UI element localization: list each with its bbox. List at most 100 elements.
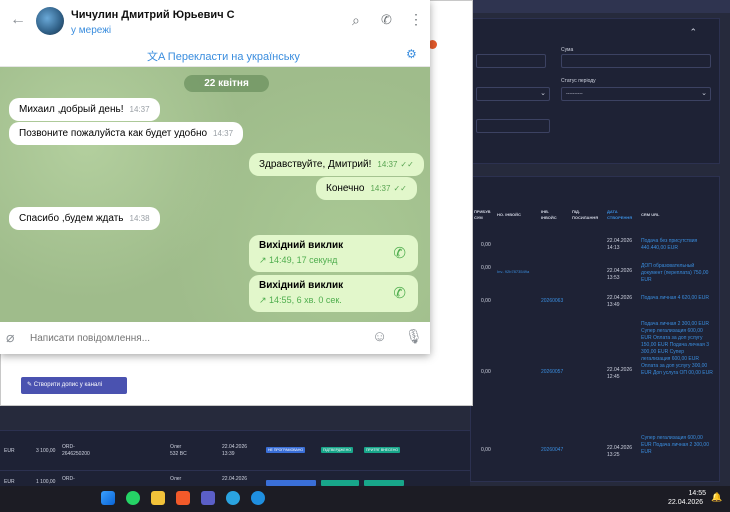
- search-icon[interactable]: ⌕: [352, 12, 360, 29]
- avatar[interactable]: [36, 7, 64, 35]
- collapse-icon[interactable]: ⌃: [689, 27, 697, 38]
- table-row: EUR 3 100,00 ORD- 2646250200 Олег 532 BC…: [0, 430, 470, 470]
- create-channel-post-button[interactable]: ✎ Створити допис у каналі: [21, 377, 127, 394]
- phone-icon[interactable]: ✆: [381, 12, 392, 28]
- date-cell: 22.04.2026: [607, 268, 633, 274]
- time-cell: 14:13: [607, 245, 620, 251]
- emoji-icon[interactable]: ☺: [372, 328, 387, 345]
- status-select[interactable]: ---------- ⌄: [561, 87, 711, 101]
- crm-link[interactable]: Супер легализация 600,00 EUR Подача личн…: [641, 435, 713, 456]
- sum-label: Сума: [561, 47, 574, 53]
- select-field[interactable]: ⌄: [476, 87, 550, 101]
- notification-bell-icon[interactable]: 🔔: [711, 492, 722, 503]
- edge-browser-icon[interactable]: [251, 491, 265, 505]
- currency-cell: EUR: [4, 479, 15, 485]
- translate-button[interactable]: 文A Перекласти на українську: [147, 48, 300, 64]
- outgoing-message[interactable]: Здравствуйте, Дмитрий! 14:37 ✓✓: [249, 153, 424, 176]
- code-cell: 532 BC: [170, 451, 187, 457]
- order-cell: ORD- 2646250200: [62, 444, 90, 457]
- time-cell: 13:53: [607, 275, 620, 281]
- call-message[interactable]: Вихідний виклик ↗ 14:55, 6 хв. 0 сек. ✆: [249, 275, 418, 312]
- column-header[interactable]: ДАТА СТВОРЕННЯ: [607, 209, 637, 221]
- time-cell: 13:49: [607, 302, 620, 308]
- call-title: Вихідний виклик: [259, 280, 344, 291]
- agent-cell: Олег: [170, 476, 182, 482]
- attach-icon[interactable]: ⌀: [6, 329, 14, 346]
- amount-cell: 0,00: [481, 298, 491, 304]
- translate-bar: 文A Перекласти на українську ⚙: [0, 42, 430, 67]
- file-explorer-icon[interactable]: [151, 491, 165, 505]
- windows-start-icon[interactable]: [101, 491, 115, 505]
- contact-name[interactable]: Чичулин Дмитрий Юрьевич С: [71, 9, 235, 21]
- date-cell: 22.04.2026: [607, 445, 633, 451]
- message-input[interactable]: [30, 329, 350, 347]
- crm-link[interactable]: Подача личная 4 620,00 EUR: [641, 295, 711, 302]
- compose-bar: ⌀ ☺ 🎙: [0, 322, 430, 354]
- date-badge: 22 квітня: [184, 75, 269, 92]
- read-check-icon: ✓✓: [393, 184, 407, 193]
- invoice-link[interactable]: 20260057: [541, 369, 563, 376]
- phone-icon[interactable]: ✆: [393, 284, 406, 302]
- call-message[interactable]: Вихідний виклик ↗ 14:49, 17 секунд ✆: [249, 235, 418, 272]
- form-field[interactable]: [476, 54, 546, 68]
- time-cell: 12:45: [607, 374, 620, 380]
- chevron-down-icon: ⌄: [540, 90, 546, 97]
- outgoing-message[interactable]: Конечно 14:37 ✓✓: [316, 177, 417, 200]
- date-cell: 22.04.2026: [607, 367, 633, 373]
- time-cell: 13:25: [607, 452, 620, 458]
- filter-panel: ⌃ Сума ⌄ Статус періоду ---------- ⌄: [470, 18, 720, 164]
- column-header: ПРИБУВ СУМ: [474, 209, 491, 220]
- status-value: ----------: [566, 91, 583, 97]
- chat-header: ← Чичулин Дмитрий Юрьевич С у мережі ⌕ ✆…: [0, 0, 430, 42]
- outgoing-call-arrow-icon: ↗: [259, 255, 270, 265]
- taskbar: 14:55 22.04.2026 🔔: [0, 486, 730, 512]
- order-cell: ORD-: [62, 476, 75, 482]
- back-arrow-icon[interactable]: ←: [10, 11, 26, 29]
- date-cell: 22.04.2026: [222, 476, 248, 482]
- chevron-down-icon: ⌄: [701, 90, 707, 97]
- telegram-chat-window: ← Чичулин Дмитрий Юрьевич С у мережі ⌕ ✆…: [0, 0, 430, 354]
- date-cell: 22.04.2026: [607, 295, 633, 301]
- edit-icon: ✎: [27, 382, 34, 388]
- microphone-icon[interactable]: 🎙: [405, 328, 423, 345]
- phone-icon[interactable]: ✆: [393, 244, 406, 262]
- date-cell: 22.04.2026: [607, 238, 633, 244]
- incoming-message[interactable]: Михаил ,добрый день! 14:37: [9, 98, 160, 121]
- incoming-message[interactable]: Спасибо ,будем ждать 14:38: [9, 207, 160, 230]
- settings-sliders-icon[interactable]: ⚙: [406, 47, 417, 61]
- read-check-icon: ✓✓: [400, 160, 414, 169]
- call-details: 14:49, 17 секунд: [269, 255, 338, 265]
- clock-time[interactable]: 14:55: [680, 490, 706, 497]
- call-title: Вихідний виклик: [259, 240, 344, 251]
- column-header: НО. ІНВОЙС: [497, 212, 521, 217]
- time-cell: 13:39: [222, 451, 235, 457]
- table-row: EUR 1 100,00 ORD- Олег 22.04.2026: [0, 470, 470, 486]
- crm-link[interactable]: ДОП образовательный документ (переплата)…: [641, 263, 711, 284]
- teams-icon[interactable]: [201, 491, 215, 505]
- amount-cell: 3 100,00: [36, 448, 56, 454]
- telegram-icon[interactable]: [226, 491, 240, 505]
- agent-cell: Олег: [170, 444, 182, 450]
- amount-cell: 1 100,00: [36, 479, 56, 485]
- date-cell: 22.04.2026: [222, 444, 248, 450]
- form-field[interactable]: [476, 119, 550, 133]
- brave-browser-icon[interactable]: [176, 491, 190, 505]
- status-badge: ПРИТЯГ ВНЕСЕНО: [364, 447, 401, 453]
- currency-cell: EUR: [4, 448, 15, 454]
- call-details: 14:55, 6 хв. 0 сек.: [269, 295, 342, 305]
- message-list[interactable]: 22 квітня Михаил ,добрый день! 14:37 Позв…: [0, 67, 430, 322]
- column-header: ІНВ. ІНВОЙС: [541, 209, 557, 220]
- invoice-link[interactable]: 20260047: [541, 447, 563, 454]
- whatsapp-icon[interactable]: [126, 491, 140, 505]
- column-header: CRM URL: [641, 212, 660, 217]
- contact-status: у мережі: [71, 25, 112, 36]
- translate-icon: 文A: [147, 51, 168, 63]
- incoming-message[interactable]: Позвоните пожалуйста как будет удобно 14:…: [9, 122, 244, 145]
- crm-link[interactable]: Подача без присутствия 440.440,00 EUR: [641, 238, 711, 252]
- invoice-link[interactable]: 20260063: [541, 298, 563, 305]
- crm-link[interactable]: Подача личная 2 300,00 EUR Супер легализ…: [641, 321, 713, 377]
- more-icon[interactable]: ⋮: [409, 11, 423, 28]
- invoice-link[interactable]: Inv- 92b7873549a: [497, 268, 537, 275]
- clock-date[interactable]: 22.04.2026: [668, 499, 703, 506]
- sum-input[interactable]: [561, 54, 711, 68]
